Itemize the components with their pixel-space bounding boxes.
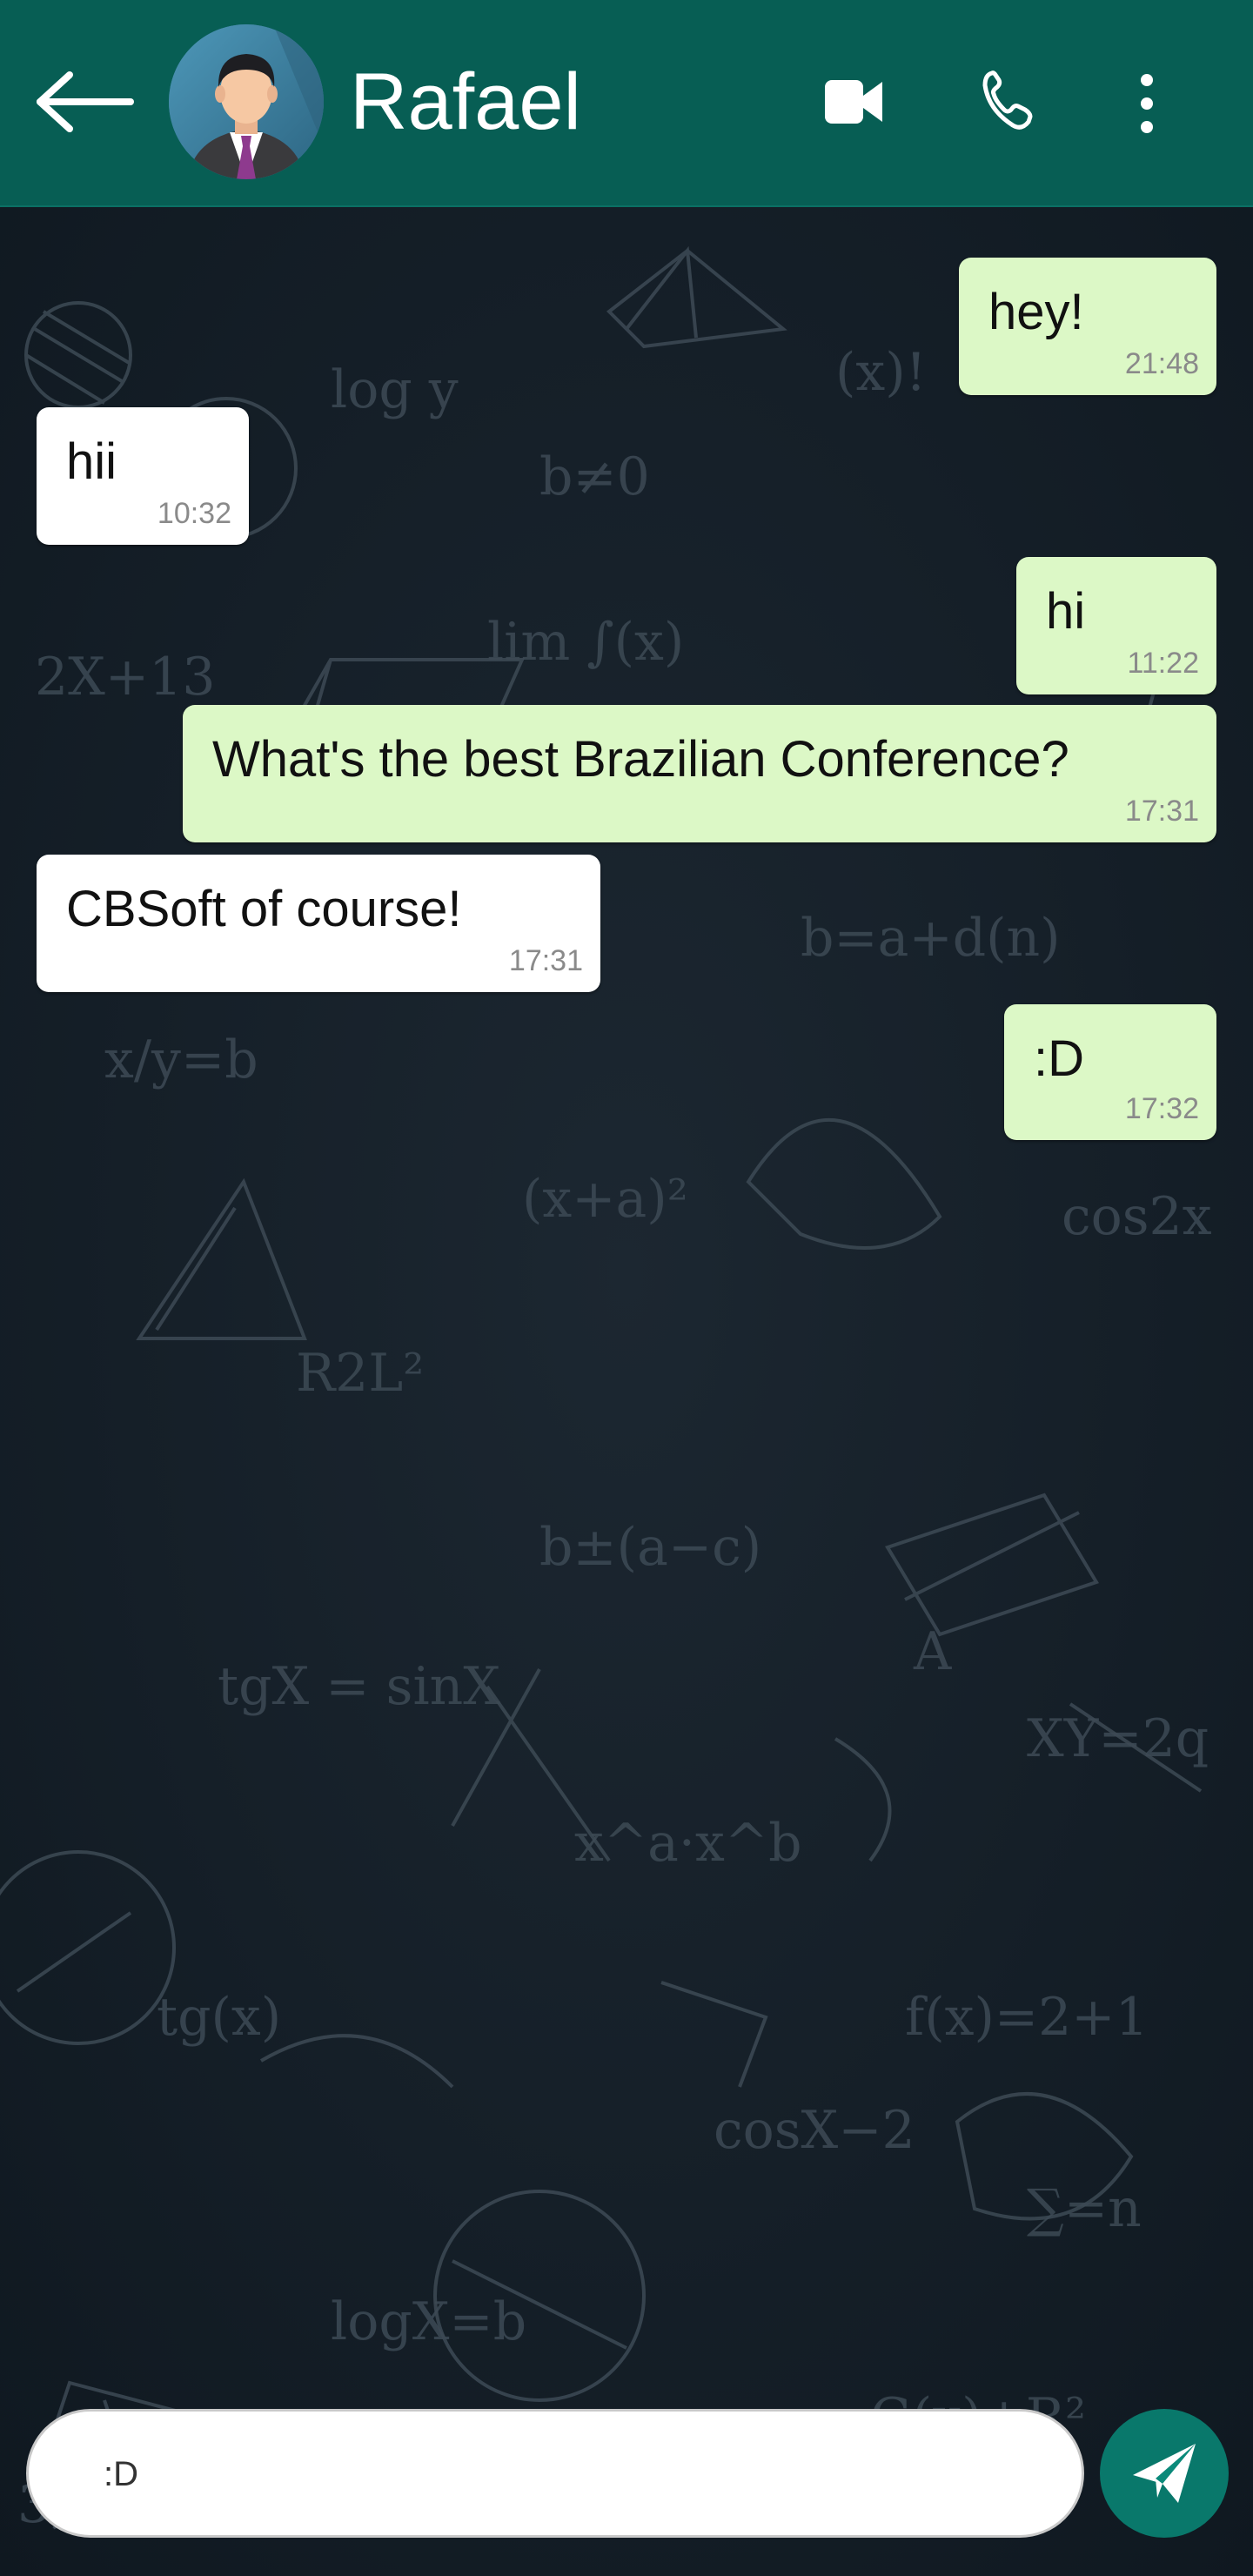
message-text: :D [1034, 1030, 1084, 1087]
svg-text:cos2x: cos2x [1062, 1186, 1212, 1247]
back-arrow-icon[interactable] [35, 71, 136, 132]
svg-text:(x)!: (x)! [835, 342, 927, 403]
message-timestamp: 21:48 [1124, 347, 1199, 380]
contact-avatar[interactable] [169, 24, 324, 179]
svg-text:x/y=b: x/y=b [104, 1030, 258, 1090]
message-text: hii [66, 433, 117, 490]
message-bubble-outgoing[interactable]: hi 11:22 [1016, 557, 1216, 694]
message-bubble-incoming[interactable]: CBSoft of course! 17:31 [37, 855, 600, 992]
message-timestamp: 17:31 [1124, 795, 1199, 828]
send-icon [1133, 2444, 1196, 2503]
message-bubble-incoming[interactable]: hii 10:32 [37, 407, 249, 545]
svg-text:x^a·x^b: x^a·x^b [574, 1813, 801, 1874]
message-text: hey! [988, 284, 1084, 340]
svg-text:cosX−2: cosX−2 [714, 2100, 915, 2161]
svg-text:b±(a−c): b±(a−c) [539, 1517, 761, 1578]
chat-header: Rafael [0, 0, 1253, 207]
message-bubble-outgoing[interactable]: :D 17:32 [1004, 1004, 1216, 1140]
svg-text:b≠0: b≠0 [539, 446, 650, 507]
svg-text:logX=b: logX=b [331, 2291, 526, 2352]
svg-text:∑=n: ∑=n [1027, 2178, 1142, 2239]
contact-name[interactable]: Rafael [350, 54, 581, 150]
message-input[interactable] [77, 2441, 1035, 2507]
phone-icon[interactable] [982, 70, 1034, 131]
svg-text:(x+a)²: (x+a)² [522, 1169, 688, 1230]
svg-text:b=a+d(n): b=a+d(n) [801, 908, 1061, 969]
svg-text:tgX = sinX: tgX = sinX [218, 1656, 500, 1717]
svg-text:log y: log y [331, 359, 459, 420]
svg-text:R2L²: R2L² [296, 1343, 424, 1404]
send-button[interactable] [1100, 2409, 1229, 2538]
svg-text:f(x)=2+1: f(x)=2+1 [905, 1987, 1149, 2048]
message-text: CBSoft of course! [66, 881, 462, 937]
svg-text:A: A [913, 1621, 952, 1682]
more-vertical-icon[interactable] [1131, 73, 1163, 134]
message-timestamp: 17:32 [1124, 1092, 1199, 1125]
svg-text:2X+13: 2X+13 [35, 647, 216, 708]
svg-text:tg(x): tg(x) [157, 1987, 281, 2048]
svg-text:XY=2q: XY=2q [1027, 1708, 1209, 1769]
svg-text:lim ∫(x): lim ∫(x) [487, 612, 684, 673]
video-camera-icon[interactable] [823, 75, 884, 129]
message-bubble-outgoing[interactable]: hey! 21:48 [959, 258, 1216, 395]
message-bubble-outgoing[interactable]: What's the best Brazilian Conference? 17… [183, 705, 1216, 842]
message-text: hi [1046, 583, 1086, 640]
message-composer [26, 2409, 1084, 2538]
message-text: What's the best Brazilian Conference? [212, 731, 1069, 788]
message-timestamp: 11:22 [1127, 647, 1199, 680]
message-timestamp: 10:32 [157, 497, 231, 530]
message-timestamp: 17:31 [508, 944, 583, 977]
